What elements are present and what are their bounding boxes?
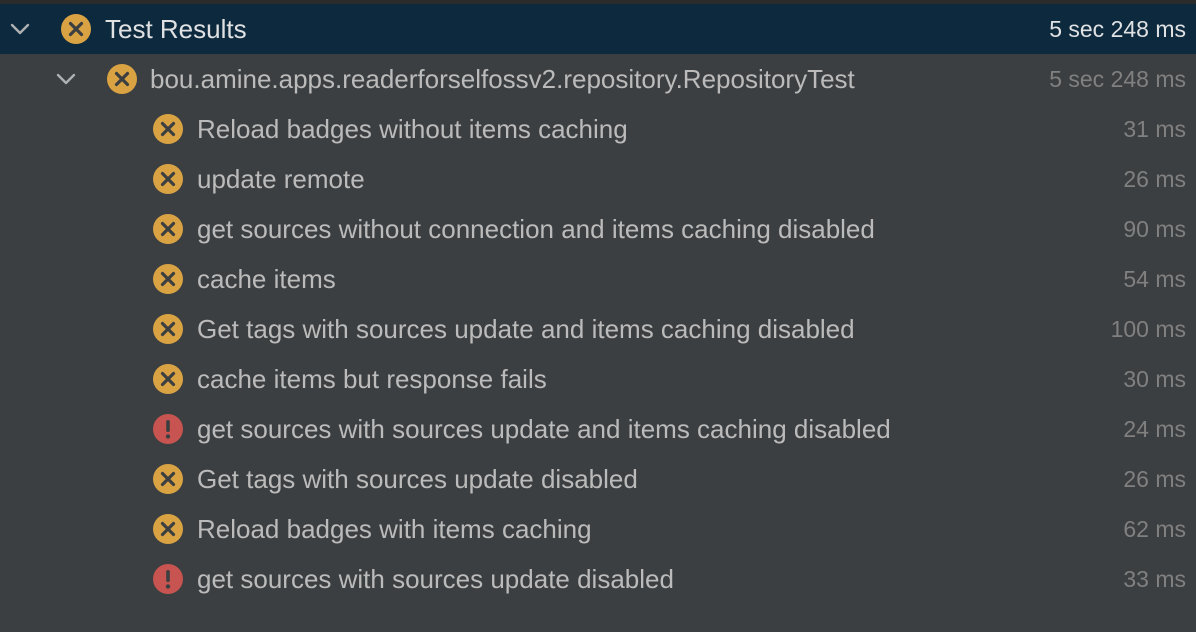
test-row[interactable]: update remote 26 ms: [0, 154, 1196, 204]
test-label: Get tags with sources update and items c…: [197, 314, 855, 344]
test-results-root-row[interactable]: Test Results 5 sec 248 ms: [0, 4, 1196, 54]
chevron-down-icon[interactable]: [53, 66, 79, 92]
test-error-icon: [152, 563, 184, 595]
test-label: get sources with sources update disabled: [197, 564, 674, 594]
test-row[interactable]: get sources with sources update and item…: [0, 404, 1196, 454]
test-row[interactable]: cache items 54 ms: [0, 254, 1196, 304]
test-failed-icon: [152, 463, 184, 495]
test-duration: 33 ms: [1123, 566, 1186, 592]
test-duration: 31 ms: [1123, 116, 1186, 142]
test-row[interactable]: get sources without connection and items…: [0, 204, 1196, 254]
test-duration: 90 ms: [1123, 216, 1186, 242]
test-suite-row[interactable]: bou.amine.apps.readerforselfossv2.reposi…: [0, 54, 1196, 104]
test-label: Get tags with sources update disabled: [197, 464, 638, 494]
test-row[interactable]: Get tags with sources update and items c…: [0, 304, 1196, 354]
test-failed-icon: [152, 163, 184, 195]
test-duration: 62 ms: [1123, 516, 1186, 542]
test-error-icon: [152, 413, 184, 445]
root-duration: 5 sec 248 ms: [1049, 16, 1186, 42]
test-row[interactable]: Get tags with sources update disabled 26…: [0, 454, 1196, 504]
test-row[interactable]: cache items but response fails 30 ms: [0, 354, 1196, 404]
test-failed-icon: [152, 263, 184, 295]
test-row[interactable]: get sources with sources update disabled…: [0, 554, 1196, 604]
test-duration: 30 ms: [1123, 366, 1186, 392]
test-failed-icon: [152, 513, 184, 545]
test-failed-icon: [60, 13, 92, 45]
test-label: get sources without connection and items…: [197, 214, 875, 244]
test-results-panel: Test Results 5 sec 248 ms bou.amine.apps…: [0, 0, 1196, 632]
test-list: Reload badges without items caching 31 m…: [0, 104, 1196, 604]
test-label: Reload badges without items caching: [197, 114, 628, 144]
test-label: Reload badges with items caching: [197, 514, 592, 544]
test-label: get sources with sources update and item…: [197, 414, 891, 444]
test-row[interactable]: Reload badges without items caching 31 m…: [0, 104, 1196, 154]
test-failed-icon: [152, 363, 184, 395]
suite-label: bou.amine.apps.readerforselfossv2.reposi…: [150, 64, 855, 94]
test-duration: 26 ms: [1123, 166, 1186, 192]
chevron-down-icon[interactable]: [7, 16, 33, 42]
test-label: cache items but response fails: [197, 364, 547, 394]
test-failed-icon: [152, 313, 184, 345]
test-label: cache items: [197, 264, 336, 294]
root-label: Test Results: [105, 14, 247, 44]
test-failed-icon: [152, 213, 184, 245]
test-failed-icon: [106, 63, 138, 95]
test-duration: 100 ms: [1110, 316, 1186, 342]
suite-duration: 5 sec 248 ms: [1049, 66, 1186, 92]
test-label: update remote: [197, 164, 365, 194]
test-duration: 26 ms: [1123, 466, 1186, 492]
test-failed-icon: [152, 113, 184, 145]
test-duration: 24 ms: [1123, 416, 1186, 442]
test-row[interactable]: Reload badges with items caching 62 ms: [0, 504, 1196, 554]
test-duration: 54 ms: [1123, 266, 1186, 292]
